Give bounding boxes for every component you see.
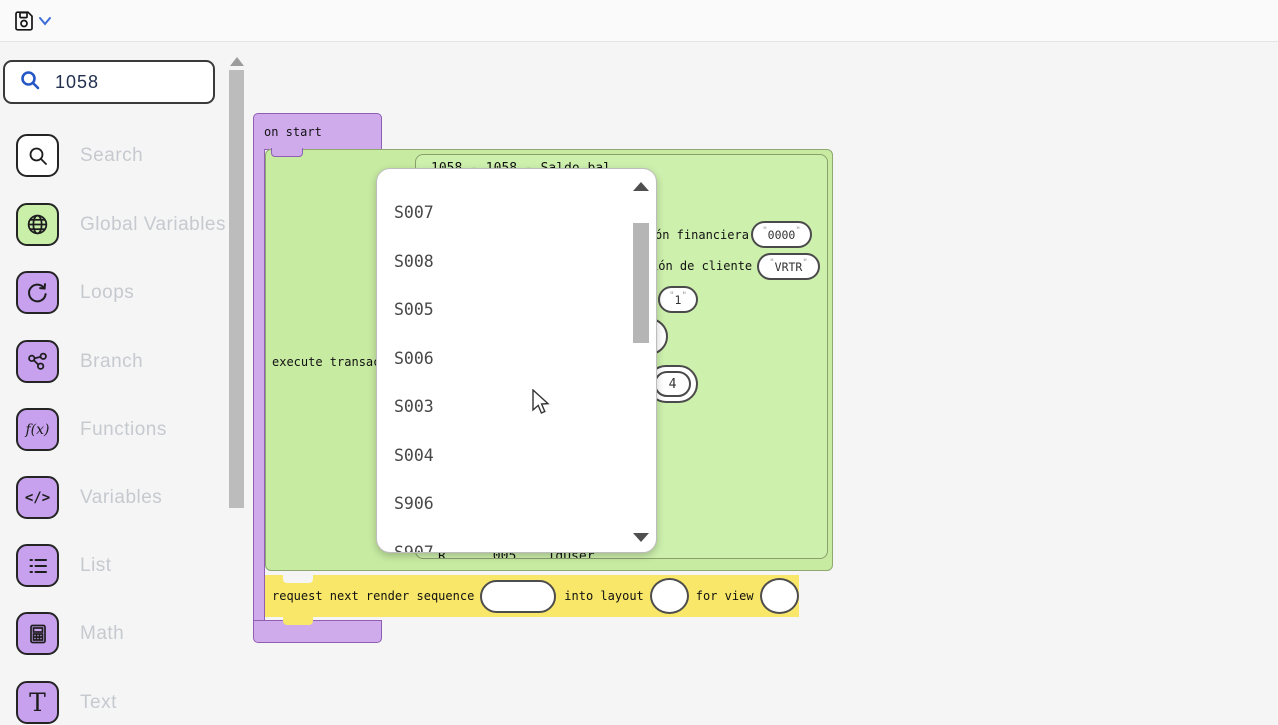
- close-quote: ": [802, 258, 807, 268]
- block-workspace[interactable]: on start execute transac 1058 - 1058 - S…: [0, 0, 1278, 725]
- dropdown-option[interactable]: S004: [394, 446, 434, 465]
- render-block-top-notch: [283, 575, 313, 583]
- render-block-text-1: request next render sequence: [272, 589, 474, 603]
- chevron-down-icon: [36, 16, 54, 33]
- dropdown-option[interactable]: S006: [394, 349, 434, 368]
- dropdown-option[interactable]: S906: [394, 494, 434, 513]
- dropdown-option[interactable]: S907: [394, 543, 434, 554]
- dropdown-option[interactable]: S008: [394, 252, 434, 271]
- close-quote: ": [795, 226, 800, 236]
- execute-transaction-label: execute transac: [272, 355, 380, 369]
- save-button[interactable]: [12, 9, 36, 33]
- dropdown-scroll-down-arrow[interactable]: [633, 533, 649, 542]
- open-quote: ": [669, 291, 674, 301]
- dropdown-scroll-up-arrow[interactable]: [633, 182, 649, 191]
- field-text: 1: [675, 293, 682, 307]
- field-value-financiera[interactable]: "0000": [751, 221, 812, 248]
- search-input[interactable]: 1058: [3, 60, 215, 104]
- layout-input-socket[interactable]: [650, 578, 689, 614]
- field-value-cliente[interactable]: "VRTR": [757, 253, 820, 280]
- open-quote: ": [762, 226, 767, 236]
- floppy-disk-icon: [12, 20, 36, 37]
- on-start-block-spine[interactable]: [253, 149, 265, 621]
- render-block-text-2: into layout: [564, 589, 643, 603]
- mouse-cursor: [531, 389, 551, 422]
- field-text: 0000: [768, 228, 796, 242]
- dropdown-option[interactable]: S003: [394, 397, 434, 416]
- field-label-cliente: ión de cliente: [651, 259, 752, 273]
- request-render-block[interactable]: request next render sequence into layout…: [265, 575, 799, 617]
- sequence-input-socket[interactable]: [480, 580, 556, 613]
- search-value: 1058: [55, 72, 99, 93]
- open-quote: ": [769, 258, 774, 268]
- render-block-bottom-tab: [283, 615, 313, 625]
- close-quote: ": [681, 291, 686, 301]
- field-text: VRTR: [775, 260, 803, 274]
- save-menu-button[interactable]: [36, 13, 54, 29]
- field-text: 4: [669, 377, 677, 392]
- dropdown-scrollbar[interactable]: [633, 223, 649, 343]
- on-start-block[interactable]: on start: [253, 113, 382, 150]
- view-input-socket[interactable]: [760, 578, 799, 614]
- on-start-block-bottom[interactable]: [253, 620, 382, 643]
- on-start-connector-tab: [271, 148, 303, 157]
- field-label-financiera: ón financiera: [655, 228, 749, 242]
- field-value-four[interactable]: 4: [654, 371, 691, 397]
- on-start-label: on start: [264, 125, 322, 139]
- render-block-text-3: for view: [696, 589, 754, 603]
- dropdown-option[interactable]: S005: [394, 300, 434, 319]
- topbar: [0, 0, 1278, 42]
- field-value-one[interactable]: "1": [658, 286, 698, 313]
- dropdown-option[interactable]: S007: [394, 203, 434, 222]
- transaction-code-dropdown: S007 S008 S005 S006 S003 S004 S906 S907: [376, 168, 657, 553]
- search-icon: [5, 69, 41, 96]
